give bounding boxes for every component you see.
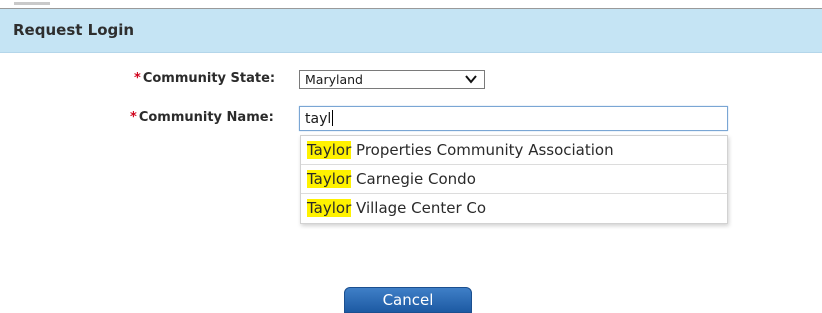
suggestion-match-highlight: Taylor: [307, 141, 352, 159]
community-name-input[interactable]: tayl: [299, 106, 728, 131]
community-name-label-text: Community Name:: [138, 110, 274, 125]
suggestion-item[interactable]: Taylor Village Center Co: [301, 194, 727, 223]
community-name-label: * Community Name:: [130, 110, 274, 125]
cancel-button[interactable]: Cancel: [344, 287, 472, 313]
suggestion-match-highlight: Taylor: [307, 199, 352, 217]
text-caret: [332, 110, 334, 126]
suggestion-item[interactable]: Taylor Properties Community Association: [301, 136, 727, 165]
community-state-label-text: Community State:: [142, 71, 276, 86]
page-title: Request Login: [13, 21, 135, 39]
suggestion-rest: Village Center Co: [351, 199, 487, 217]
autocomplete-suggestion-list: Taylor Properties Community Association …: [300, 135, 728, 224]
suggestion-item[interactable]: Taylor Carnegie Condo: [301, 165, 727, 194]
community-state-select[interactable]: Maryland: [299, 70, 485, 89]
page-header: Request Login: [0, 9, 822, 53]
top-edge-stub: [14, 2, 50, 5]
community-state-value: Maryland: [305, 72, 363, 87]
community-state-label: * Community State:: [134, 71, 275, 86]
chevron-down-icon: [465, 75, 477, 84]
suggestion-rest: Properties Community Association: [351, 141, 614, 159]
required-marker: *: [134, 71, 141, 86]
community-name-text: tayl: [305, 111, 332, 127]
suggestion-match-highlight: Taylor: [307, 170, 352, 188]
community-name-value: tayl: [305, 110, 334, 127]
required-marker: *: [130, 110, 137, 125]
suggestion-rest: Carnegie Condo: [351, 170, 476, 188]
